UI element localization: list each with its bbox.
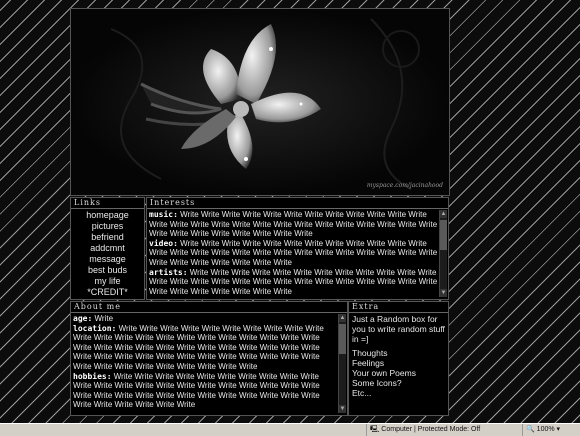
- about-hobbies: hobbies: Write Write Write Write Write W…: [73, 372, 337, 410]
- interests-box: Interests music: Write Write Write Write…: [146, 197, 449, 300]
- extra-content: Just a Random box for you to write rando…: [349, 313, 448, 399]
- security-zone-text: Computer | Protected Mode: Off: [381, 426, 481, 433]
- about-scrollbar[interactable]: ▲ ▼: [338, 314, 346, 413]
- browser-status-bar: 🖳 Computer | Protected Mode: Off 🔍 100% …: [0, 423, 580, 436]
- about-age-label: age:: [73, 314, 93, 323]
- banner-image: myspace.com/jacinahood: [70, 8, 450, 196]
- interest-artists-text: Write Write Write Write Write Write Writ…: [149, 267, 438, 296]
- interest-video-text: Write Write Write Write Write Write Writ…: [149, 238, 438, 267]
- extra-item: Etc...: [352, 388, 372, 398]
- zoom-control[interactable]: 🔍 100% ▾: [522, 424, 580, 436]
- banner-watermark: myspace.com/jacinahood: [366, 182, 443, 189]
- link-credit[interactable]: *CREDIT*: [71, 287, 144, 298]
- link-best-buds[interactable]: best buds: [71, 265, 144, 276]
- interests-title: Interests: [147, 198, 448, 209]
- security-zone[interactable]: 🖳 Computer | Protected Mode: Off: [366, 424, 480, 436]
- about-title: About me: [71, 302, 347, 313]
- about-content[interactable]: age: Write location: Write Write Write W…: [73, 314, 337, 413]
- scroll-down-arrow-icon[interactable]: ▼: [339, 405, 346, 413]
- interest-video-label: video:: [149, 238, 178, 248]
- links-list: homepage pictures befriend addcmnt messa…: [71, 210, 144, 298]
- interest-music-text: Write Write Write Write Write Write Writ…: [149, 210, 438, 239]
- about-age: age: Write: [73, 314, 337, 324]
- extra-item: Thoughts: [352, 348, 388, 358]
- interest-artists-label: artists:: [149, 267, 188, 277]
- extra-item: Your own Poems: [352, 368, 416, 378]
- link-homepage[interactable]: homepage: [71, 210, 144, 221]
- about-box: About me age: Write location: Write Writ…: [70, 301, 348, 416]
- extra-title: Extra: [349, 302, 448, 313]
- interest-video: video: Write Write Write Write Write Wri…: [149, 239, 438, 268]
- extra-box: Extra Just a Random box for you to write…: [348, 301, 449, 416]
- link-pictures[interactable]: pictures: [71, 221, 144, 232]
- about-age-text: Write: [94, 314, 114, 323]
- chevron-down-icon: ▾: [556, 426, 561, 433]
- zoom-level: 100%: [536, 426, 555, 433]
- extra-item: Feelings: [352, 358, 385, 368]
- computer-icon: 🖳: [370, 426, 380, 433]
- about-location: location: Write Write Write Write Write …: [73, 324, 337, 372]
- interests-content[interactable]: music: Write Write Write Write Write Wri…: [149, 210, 438, 297]
- link-message[interactable]: message: [71, 254, 144, 265]
- interests-scrollbar[interactable]: ▲ ▼: [439, 210, 447, 297]
- link-my-life[interactable]: my life: [71, 276, 144, 287]
- extra-item: Some Icons?: [352, 378, 402, 388]
- link-befriend[interactable]: befriend: [71, 232, 144, 243]
- scroll-up-arrow-icon[interactable]: ▲: [440, 210, 447, 218]
- extra-intro: Just a Random box for you to write rando…: [352, 314, 445, 344]
- scroll-thumb[interactable]: [440, 220, 447, 250]
- magnifier-icon: 🔍: [526, 426, 535, 433]
- links-box: Links homepage pictures befriend addcmnt…: [70, 197, 145, 300]
- scroll-thumb[interactable]: [339, 324, 346, 354]
- interest-music: music: Write Write Write Write Write Wri…: [149, 210, 438, 239]
- scroll-up-arrow-icon[interactable]: ▲: [339, 314, 346, 322]
- link-addcmnt[interactable]: addcmnt: [71, 243, 144, 254]
- flower-photo: [71, 9, 449, 195]
- scroll-down-arrow-icon[interactable]: ▼: [440, 289, 447, 297]
- interest-music-label: music:: [149, 210, 178, 219]
- about-location-label: location:: [73, 323, 117, 333]
- about-hobbies-label: hobbies:: [73, 371, 112, 381]
- interest-artists: artists: Write Write Write Write Write W…: [149, 268, 438, 297]
- links-title: Links: [71, 198, 144, 209]
